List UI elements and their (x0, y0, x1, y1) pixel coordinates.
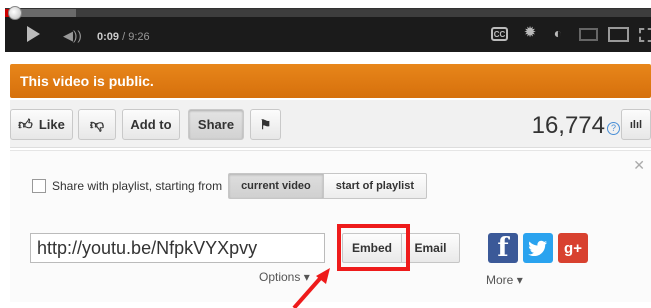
watch-later-icon[interactable]: ◐ (549, 25, 567, 41)
view-count: 16,774 (531, 112, 605, 139)
public-status-banner: This video is public. (10, 64, 651, 98)
more-label: More (486, 273, 514, 287)
like-label: Like (38, 117, 65, 132)
highlight-box (337, 224, 410, 271)
stats-icon: ılıl (629, 118, 643, 131)
gplus-icon[interactable]: g+ (558, 233, 588, 263)
flag-button[interactable]: ⚑ (250, 109, 281, 140)
more-dropdown[interactable]: More ▾ (486, 273, 523, 287)
like-button[interactable]: 👍︎ Like (10, 109, 73, 140)
share-button[interactable]: Share (188, 109, 244, 140)
playlist-share-row: Share with playlist, starting from curre… (32, 173, 427, 199)
add-to-button[interactable]: Add to (122, 109, 180, 140)
progress-bar[interactable] (5, 6, 651, 20)
close-icon[interactable]: ✕ (633, 157, 645, 174)
playlist-checkbox[interactable] (32, 179, 46, 193)
captions-icon[interactable]: CC (491, 27, 508, 41)
stats-button[interactable]: ılıl (621, 109, 651, 140)
thumbs-up-icon: 👍︎ (18, 116, 33, 132)
video-player: ◀)) 0:09 / 9:26 CC ✹ ◐ (0, 0, 651, 62)
play-icon[interactable] (27, 26, 40, 42)
dislike-button[interactable]: 👎︎ (78, 109, 116, 140)
action-toolbar: 👍︎ Like 👎︎ Add to Share ⚑ 16,774 ? ılıl (10, 100, 651, 148)
large-player-icon[interactable] (608, 27, 629, 42)
player-control-bar: ◀)) 0:09 / 9:26 CC ✹ ◐ (5, 6, 651, 53)
playlist-label: Share with playlist, starting from (52, 179, 223, 193)
help-icon[interactable]: ? (607, 122, 620, 135)
small-player-icon[interactable] (579, 28, 598, 41)
time-display: 0:09 / 9:26 (97, 31, 150, 53)
scrubber-handle[interactable] (8, 6, 23, 20)
thumbs-down-icon: 👎︎ (89, 116, 105, 132)
flag-icon: ⚑ (259, 116, 272, 132)
gear-icon[interactable]: ✹ (521, 25, 539, 41)
email-button[interactable]: Email (402, 233, 460, 263)
current-time: 0:09 (97, 31, 120, 43)
chevron-down-icon: ▾ (516, 273, 523, 287)
banner-text: This video is public. (20, 73, 154, 89)
volume-icon[interactable]: ◀)) (63, 28, 82, 50)
current-video-option[interactable]: current video (228, 173, 324, 199)
arrow-annotation (292, 268, 330, 308)
share-url-field[interactable] (30, 233, 325, 263)
twitter-icon[interactable] (523, 233, 553, 263)
duration: / 9:26 (122, 31, 150, 43)
start-of-playlist-option[interactable]: start of playlist (323, 173, 427, 199)
fullscreen-icon[interactable] (639, 28, 651, 42)
facebook-icon[interactable]: f (488, 233, 518, 263)
